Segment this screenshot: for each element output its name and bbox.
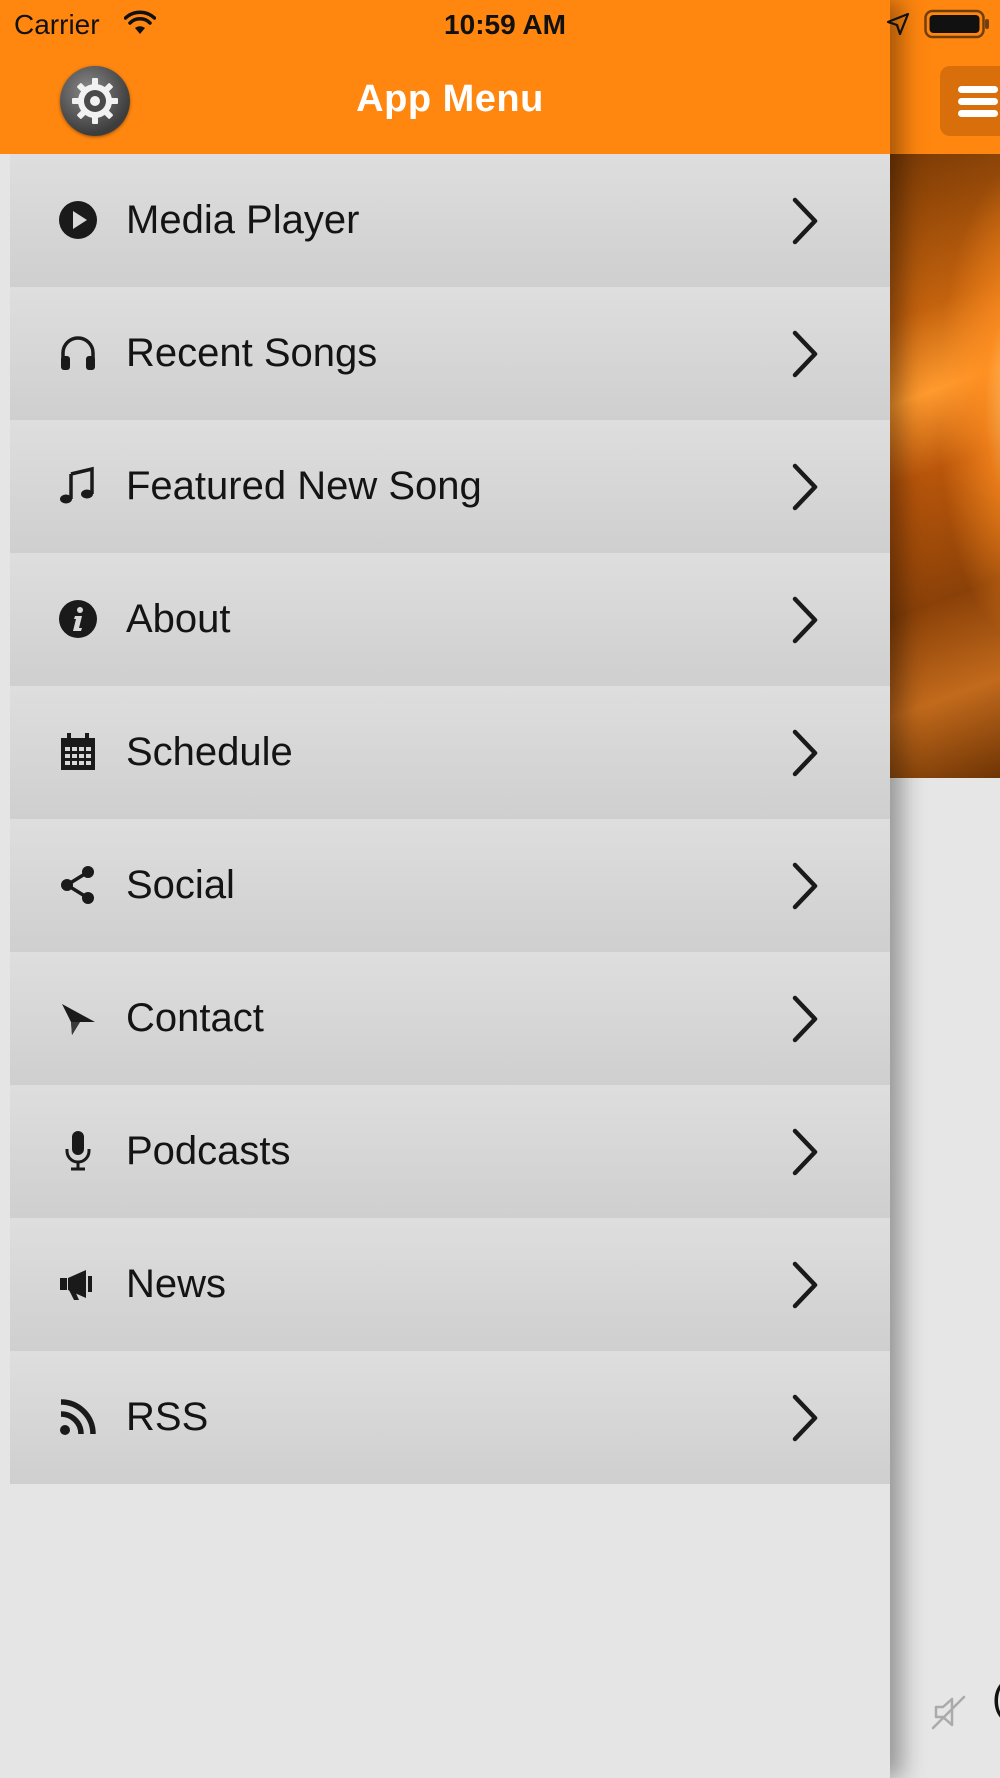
status-time: 10:59 AM — [444, 9, 566, 40]
chevron-right-icon — [792, 330, 818, 378]
mute-icon[interactable] — [928, 1692, 968, 1732]
drawer-title: App Menu — [356, 78, 544, 120]
chevron-right-icon — [792, 596, 818, 644]
menu-item-about[interactable]: About — [10, 553, 890, 686]
share-icon — [58, 865, 98, 905]
menu-item-recent-songs[interactable]: Recent Songs — [10, 287, 890, 420]
menu-item-media-player[interactable]: Media Player — [10, 154, 890, 287]
background-banner-image — [890, 154, 1000, 778]
chevron-right-icon — [792, 463, 818, 511]
menu-item-label: About — [126, 597, 231, 641]
chevron-right-icon — [792, 1261, 818, 1309]
menu-item-schedule[interactable]: Schedule — [10, 686, 890, 819]
megaphone-icon — [58, 1264, 98, 1304]
chevron-right-icon — [792, 1394, 818, 1442]
menu-item-featured-new-song[interactable]: Featured New Song — [10, 420, 890, 553]
side-drawer: App Menu Media Player Recent Songs Featu… — [0, 0, 890, 1778]
music-note-icon — [58, 466, 98, 506]
menu-item-podcasts[interactable]: Podcasts — [10, 1085, 890, 1218]
menu-item-rss[interactable]: RSS — [10, 1351, 890, 1484]
play-circle-icon — [58, 200, 98, 240]
status-bar: Carrier 10:59 AM — [0, 0, 1000, 50]
menu-item-label: Social — [126, 863, 235, 907]
menu-item-label: Contact — [126, 996, 264, 1040]
menu-item-label: Schedule — [126, 730, 293, 774]
info-icon — [58, 599, 98, 639]
menu-item-label: Featured New Song — [126, 464, 482, 508]
menu-item-news[interactable]: News — [10, 1218, 890, 1351]
location-arrow-icon — [886, 12, 910, 36]
chevron-right-icon — [792, 862, 818, 910]
menu-item-social[interactable]: Social — [10, 819, 890, 952]
menu-item-label: News — [126, 1262, 227, 1306]
menu-item-label: RSS — [126, 1395, 209, 1439]
battery-icon — [924, 9, 989, 39]
calendar-icon — [58, 732, 98, 772]
menu-list: Media Player Recent Songs Featured New S… — [10, 154, 890, 1484]
menu-item-label: Podcasts — [126, 1129, 291, 1173]
rss-icon — [58, 1397, 98, 1437]
chevron-right-icon — [792, 729, 818, 777]
hamburger-menu-icon[interactable] — [940, 66, 1000, 136]
menu-item-label: Media Player — [126, 198, 360, 242]
paper-plane-icon — [58, 998, 98, 1038]
microphone-icon — [58, 1131, 98, 1171]
chevron-right-icon — [792, 197, 818, 245]
background-app[interactable]: ( — [890, 0, 1000, 1778]
menu-item-label: Recent Songs — [126, 331, 378, 375]
headphones-icon — [58, 333, 98, 373]
app-screen: ( — [0, 0, 1000, 1778]
chevron-right-icon — [792, 995, 818, 1043]
background-edge-text: ( — [992, 1676, 1000, 1721]
menu-item-contact[interactable]: Contact — [10, 952, 890, 1085]
chevron-right-icon — [792, 1128, 818, 1176]
